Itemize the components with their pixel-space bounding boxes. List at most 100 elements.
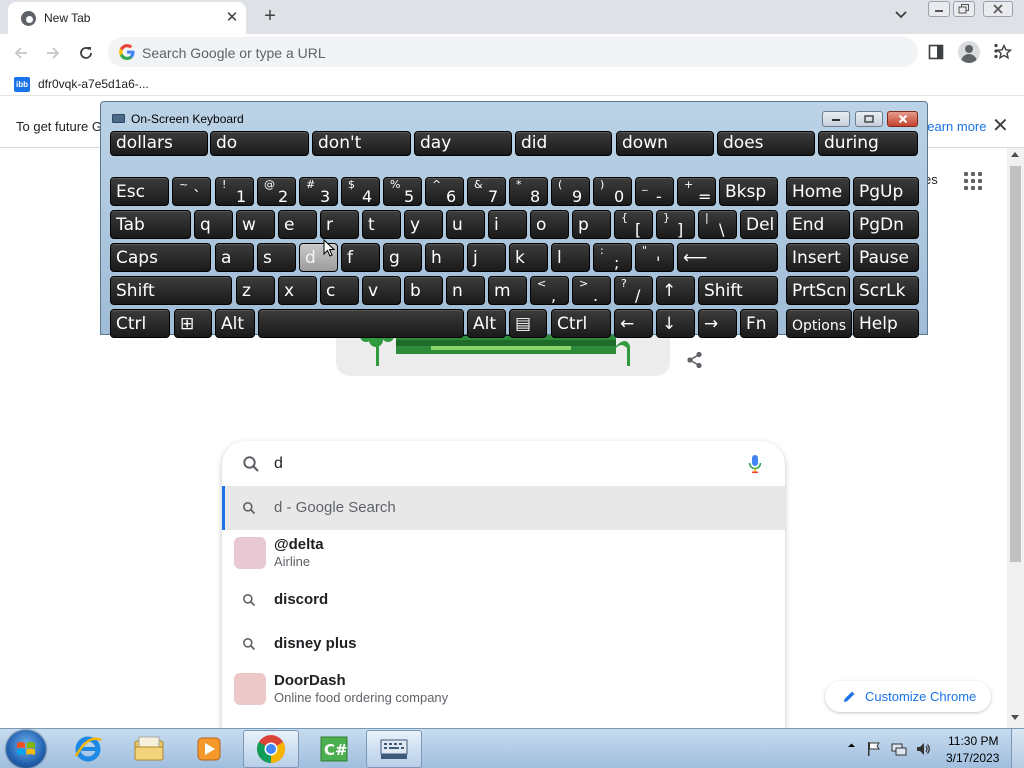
osk-key-t[interactable]: t xyxy=(362,210,401,239)
osk-key-;[interactable]: :; xyxy=(593,243,632,272)
osk-key-,[interactable]: <, xyxy=(530,276,569,305)
osk-key-fn[interactable]: Fn xyxy=(740,309,778,338)
osk-key-p[interactable]: p xyxy=(572,210,611,239)
osk-key-shift[interactable]: Shift xyxy=(110,276,232,305)
osk-key-`[interactable]: ~ ` xyxy=(172,177,211,206)
osk-key-↓[interactable]: ↓ xyxy=(656,309,695,338)
osk-key-5[interactable]: % 5 xyxy=(383,177,422,206)
osk-key-z[interactable]: z xyxy=(236,276,275,305)
taskbar-csharp-ide[interactable]: C# xyxy=(306,730,362,768)
osk-key-6[interactable]: ^ 6 xyxy=(425,177,464,206)
osk-key-space[interactable] xyxy=(258,309,464,338)
osk-key-w[interactable]: w xyxy=(236,210,275,239)
doodle-share-icon[interactable] xyxy=(686,351,704,372)
taskbar-internet-explorer[interactable] xyxy=(60,730,116,768)
suggestion-item[interactable]: discord xyxy=(222,579,785,621)
osk-prediction-3[interactable]: day xyxy=(414,131,512,156)
side-panel-icon[interactable] xyxy=(928,44,944,63)
osk-prediction-6[interactable]: does xyxy=(717,131,815,156)
osk-key-ctrl[interactable]: Ctrl xyxy=(551,309,611,338)
osk-key-n[interactable]: n xyxy=(446,276,485,305)
learn-more-link[interactable]: Learn more xyxy=(920,119,986,134)
scrollbar-thumb[interactable] xyxy=(1010,166,1021,562)
osk-key-alt[interactable]: Alt xyxy=(467,309,506,338)
osk-key-k[interactable]: k xyxy=(509,243,548,272)
window-restore-button[interactable] xyxy=(953,1,975,17)
osk-key-⟵[interactable]: ⟵ xyxy=(677,243,778,272)
taskbar-google-chrome[interactable] xyxy=(243,730,299,768)
bookmark-item-label[interactable]: dfr0vqk-a7e5d1a6-... xyxy=(38,77,149,91)
window-minimize-button[interactable] xyxy=(928,1,950,17)
osk-prediction-5[interactable]: down xyxy=(616,131,714,156)
omnibox[interactable]: Search Google or type a URL xyxy=(108,37,1013,67)
show-desktop-button[interactable] xyxy=(1011,729,1024,768)
osk-key-u[interactable]: u xyxy=(446,210,485,239)
microphone-icon[interactable] xyxy=(747,454,763,474)
profile-avatar-icon[interactable] xyxy=(958,41,980,63)
osk-key-bksp[interactable]: Bksp xyxy=(719,177,778,206)
osk-minimize-button[interactable] xyxy=(822,111,850,127)
suggestion-item[interactable]: DoorDash Online food ordering company xyxy=(222,667,785,711)
osk-key-2[interactable]: @2 xyxy=(257,177,296,206)
osk-key-q[interactable]: q xyxy=(194,210,233,239)
window-close-button[interactable] xyxy=(983,1,1013,17)
osk-key-options[interactable]: Options xyxy=(786,309,852,338)
new-tab-button[interactable]: + xyxy=(258,5,282,29)
google-apps-grid-icon[interactable] xyxy=(964,172,982,190)
osk-key-e[interactable]: e xyxy=(278,210,317,239)
osk-key-y[interactable]: y xyxy=(404,210,443,239)
back-arrow-icon[interactable] xyxy=(8,40,34,66)
osk-key-=[interactable]: + = xyxy=(677,177,716,206)
customize-chrome-button[interactable]: Customize Chrome xyxy=(825,681,991,712)
osk-key-tab[interactable]: Tab xyxy=(110,210,191,239)
osk-key-o[interactable]: o xyxy=(530,210,569,239)
osk-key-⊞[interactable]: ⊞ xyxy=(174,309,212,338)
osk-key-j[interactable]: j xyxy=(467,243,506,272)
osk-key-l[interactable]: l xyxy=(551,243,590,272)
osk-key-c[interactable]: c xyxy=(320,276,359,305)
clock-date[interactable]: 3/17/2023 xyxy=(946,751,999,765)
suggestion-item[interactable]: disney plus xyxy=(222,623,785,665)
osk-key-▤[interactable]: ▤ xyxy=(509,309,547,338)
osk-key-f[interactable]: f xyxy=(341,243,380,272)
osk-key--[interactable]: _ - xyxy=(635,177,674,206)
reload-icon[interactable] xyxy=(73,40,99,66)
osk-title-bar[interactable]: On-Screen Keyboard xyxy=(101,102,927,130)
osk-key-x[interactable]: x xyxy=(278,276,317,305)
osk-key-↑[interactable]: ↑ xyxy=(656,276,695,305)
search-input[interactable] xyxy=(274,452,704,476)
clock-time[interactable]: 11:30 PM xyxy=(948,734,998,748)
osk-prediction-2[interactable]: don't xyxy=(312,131,411,156)
osk-key-shift[interactable]: Shift xyxy=(698,276,778,305)
osk-key-a[interactable]: a xyxy=(215,243,254,272)
osk-key-b[interactable]: b xyxy=(404,276,443,305)
osk-key-esc[interactable]: Esc xyxy=(110,177,169,206)
osk-key-/[interactable]: ? / xyxy=(614,276,653,305)
osk-key-del[interactable]: Del xyxy=(740,210,778,239)
osk-key-4[interactable]: $4 xyxy=(341,177,380,206)
osk-key-\[interactable]: | \ xyxy=(698,210,737,239)
scroll-down-arrow-icon[interactable] xyxy=(1011,715,1019,720)
info-bar-close-icon[interactable]: ✕ xyxy=(992,116,1009,136)
page-scrollbar[interactable] xyxy=(1007,148,1024,728)
osk-key-3[interactable]: #3 xyxy=(299,177,338,206)
osk-key-0[interactable]: ) 0 xyxy=(593,177,632,206)
osk-key-prtscn[interactable]: PrtScn xyxy=(786,276,850,305)
osk-key-s[interactable]: s xyxy=(257,243,296,272)
osk-key-m[interactable]: m xyxy=(488,276,527,305)
taskbar-media-player[interactable] xyxy=(181,730,237,768)
osk-key-→[interactable]: → xyxy=(698,309,737,338)
osk-key-8[interactable]: * 8 xyxy=(509,177,548,206)
osk-key-'[interactable]: " ' xyxy=(635,243,674,272)
taskbar-on-screen-keyboard[interactable] xyxy=(366,730,422,768)
osk-prediction-0[interactable]: dollars xyxy=(110,131,208,156)
start-button[interactable] xyxy=(6,730,46,768)
osk-key-.[interactable]: >. xyxy=(572,276,611,305)
osk-key-h[interactable]: h xyxy=(425,243,464,272)
network-icon[interactable] xyxy=(891,741,907,757)
tab-new-tab[interactable]: New Tab ✕ xyxy=(8,2,246,34)
osk-prediction-7[interactable]: during xyxy=(818,131,918,156)
osk-key-ctrl[interactable]: Ctrl xyxy=(110,309,170,338)
more-menu-icon[interactable] xyxy=(993,43,999,62)
osk-prediction-4[interactable]: did xyxy=(515,131,612,156)
